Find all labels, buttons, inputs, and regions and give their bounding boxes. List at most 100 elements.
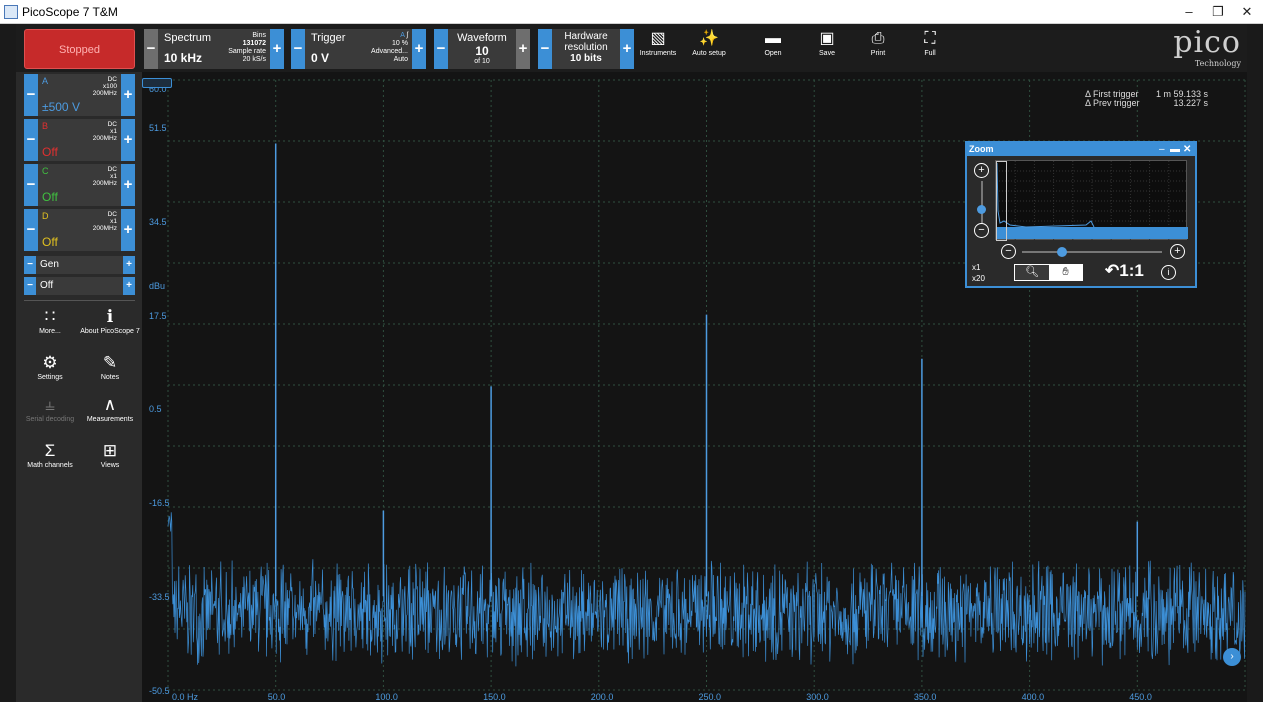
x-tick-label: 300.0 <box>806 692 829 702</box>
spectrum-value: 10 kHz <box>164 51 203 65</box>
h-zoom-in-icon[interactable]: + <box>1170 244 1185 259</box>
gen-minus-button[interactable]: − <box>24 256 36 274</box>
waveform-control[interactable]: Waveform 10 of 10 <box>448 29 516 69</box>
gen-plus-button[interactable]: + <box>123 256 135 274</box>
full-button[interactable]: ⛶ Full <box>904 28 956 68</box>
waveform-count: of 10 <box>474 58 490 65</box>
run-stop-button[interactable]: Stopped <box>24 29 135 69</box>
channel-a-minus-button[interactable]: − <box>24 74 38 116</box>
channel-b-plus-button[interactable]: + <box>121 119 135 161</box>
spectrum-control[interactable]: Spectrum 10 kHz Bins 131072 Sample rate … <box>158 29 270 69</box>
waveform-plus-button[interactable]: + <box>516 29 530 69</box>
channel-a-plus-button[interactable]: + <box>121 74 135 116</box>
resolution-minus-button[interactable]: − <box>538 29 552 69</box>
gen-state-minus-button[interactable]: − <box>24 277 36 295</box>
open-button[interactable]: ▬ Open <box>747 28 799 68</box>
trigger-percent: 10 % <box>392 40 408 47</box>
full-label: Full <box>924 50 936 57</box>
settings-label: Settings <box>37 374 63 381</box>
zoom-reset-button[interactable]: ↶1:1 <box>1105 261 1144 281</box>
more-button[interactable]: ∷ More... <box>20 306 80 335</box>
x-tick-label: 450.0 <box>1129 692 1152 702</box>
gen-state: Off <box>40 280 54 291</box>
views-button[interactable]: ⊞ Views <box>80 440 140 469</box>
channel-d-control[interactable]: − D DC x1 200MHz Off + <box>24 209 135 251</box>
channel-c-minus-button[interactable]: − <box>24 164 38 206</box>
h-zoom-out-icon[interactable]: − <box>1001 244 1016 259</box>
channel-range: Off <box>42 235 58 249</box>
y-tick-label: 51.5 <box>149 122 167 133</box>
spectrum-view[interactable]: dBu 60.0 51.5 34.5 17.5 0.5 -16.5 -33.5 -50.5 0… <box>142 72 1247 702</box>
channel-a-control[interactable]: − A DC x100 200MHz ±500 V + <box>24 74 135 116</box>
restore-button[interactable]: ❐ <box>1204 3 1232 21</box>
auto-setup-icon: ✨ <box>699 30 719 47</box>
instruments-label: Instruments <box>639 50 677 57</box>
instruments-button[interactable]: ▧ Instruments <box>632 28 684 68</box>
pan-hand-icon[interactable]: ✋︎ <box>1049 265 1082 280</box>
serial-decoding-label: Serial decoding <box>25 416 75 423</box>
zoom-in-icon[interactable]: + <box>974 163 989 178</box>
horizontal-zoom-track[interactable] <box>1022 251 1162 253</box>
trigger-source: A ʃ <box>400 32 408 39</box>
channel-b-minus-button[interactable]: − <box>24 119 38 161</box>
trigger-advanced: Advanced... <box>371 48 408 55</box>
bins-value: 131072 <box>242 40 266 47</box>
zoom-overview[interactable] <box>995 160 1188 241</box>
channel-d-plus-button[interactable]: + <box>121 209 135 251</box>
trigger-control[interactable]: Trigger 0 V A ʃ 10 % Advanced... Auto <box>305 29 412 69</box>
picoscope-main: Stopped − Spectrum 10 kHz Bins 131072 Sa… <box>16 24 1247 702</box>
generator-control[interactable]: − Gen + <box>24 256 135 274</box>
horizontal-zoom-thumb[interactable] <box>1057 247 1067 257</box>
sample-rate-value: 20 kS/s <box>242 56 266 63</box>
channel-c-control[interactable]: − C DC x1 200MHz Off + <box>24 164 135 206</box>
zoom-tool-group: 🔍︎ ✋︎ <box>1014 264 1083 281</box>
vertical-zoom-thumb[interactable] <box>977 205 986 214</box>
save-button[interactable]: ▣ Save <box>801 28 853 68</box>
waveform-minus-button[interactable]: − <box>434 29 448 69</box>
channel-range: Off <box>42 190 58 204</box>
trigger-minus-button[interactable]: − <box>291 29 305 69</box>
waveform-label: Waveform <box>457 32 507 44</box>
zoom-out-icon[interactable]: − <box>974 223 989 238</box>
y-tick-label: 34.5 <box>149 216 167 227</box>
gen-state-plus-button[interactable]: + <box>123 277 135 295</box>
zoom-info-icon[interactable]: i <box>1161 265 1176 280</box>
zoom-maximize-icon[interactable]: ▬ <box>1170 143 1180 156</box>
notes-label: Notes <box>100 374 120 381</box>
hardware-resolution-control[interactable]: Hardware resolution 10 bits <box>552 29 620 69</box>
spectrum-minus-button[interactable]: − <box>144 29 158 69</box>
sidebar: − A DC x100 200MHz ±500 V + − B DC x1 200MHz… <box>16 72 142 702</box>
trigger-info-values: 1 m 59.133 s 13.227 s <box>1156 89 1209 108</box>
trigger-info-labels: Δ First trigger Δ Prev trigger <box>1085 89 1140 108</box>
generator-state-control[interactable]: − Off + <box>24 277 135 295</box>
trigger-label: Trigger <box>311 32 346 44</box>
close-button[interactable]: ✕ <box>1233 3 1261 21</box>
channel-b-control[interactable]: − B DC x1 200MHz Off + <box>24 119 135 161</box>
serial-decoding-icon: ⫨ <box>45 395 55 414</box>
channel-c-plus-button[interactable]: + <box>121 164 135 206</box>
zoom-panel[interactable]: Zoom – ▬ ✕ + − − + x1 x20 🔍︎ ✋︎ ↶1:1 i <box>965 141 1197 288</box>
about-button[interactable]: ℹ About PicoScope 7 <box>80 306 140 335</box>
math-channels-button[interactable]: Σ Math channels <box>20 440 80 469</box>
serial-decoding-button[interactable]: ⫨ Serial decoding <box>20 394 80 423</box>
zoom-magnify-icon[interactable]: 🔍︎ <box>1015 265 1049 280</box>
scroll-right-icon[interactable]: › <box>1223 648 1241 666</box>
spectrum-plus-button[interactable]: + <box>270 29 284 69</box>
minimize-button[interactable]: – <box>1175 3 1203 21</box>
zoom-minimize-icon[interactable]: – <box>1159 143 1165 156</box>
zoom-close-icon[interactable]: ✕ <box>1183 143 1191 156</box>
channel-d-minus-button[interactable]: − <box>24 209 38 251</box>
channel-name: A <box>42 76 49 86</box>
notes-button[interactable]: ✎ Notes <box>80 352 140 381</box>
settings-button[interactable]: ⚙ Settings <box>20 352 80 381</box>
zoom-x20-label: x20 <box>972 274 985 283</box>
trigger-plus-button[interactable]: + <box>412 29 426 69</box>
measurements-button[interactable]: ∧ Measurements <box>80 394 140 423</box>
ruler-handle[interactable] <box>142 78 172 88</box>
waveform-value: 10 <box>475 44 489 58</box>
measurements-label: Measurements <box>86 416 134 423</box>
print-button[interactable]: ⎙ Print <box>852 28 904 68</box>
auto-setup-button[interactable]: ✨ Auto setup <box>683 28 735 68</box>
print-label: Print <box>870 50 886 57</box>
vertical-zoom-track[interactable] <box>981 181 983 223</box>
